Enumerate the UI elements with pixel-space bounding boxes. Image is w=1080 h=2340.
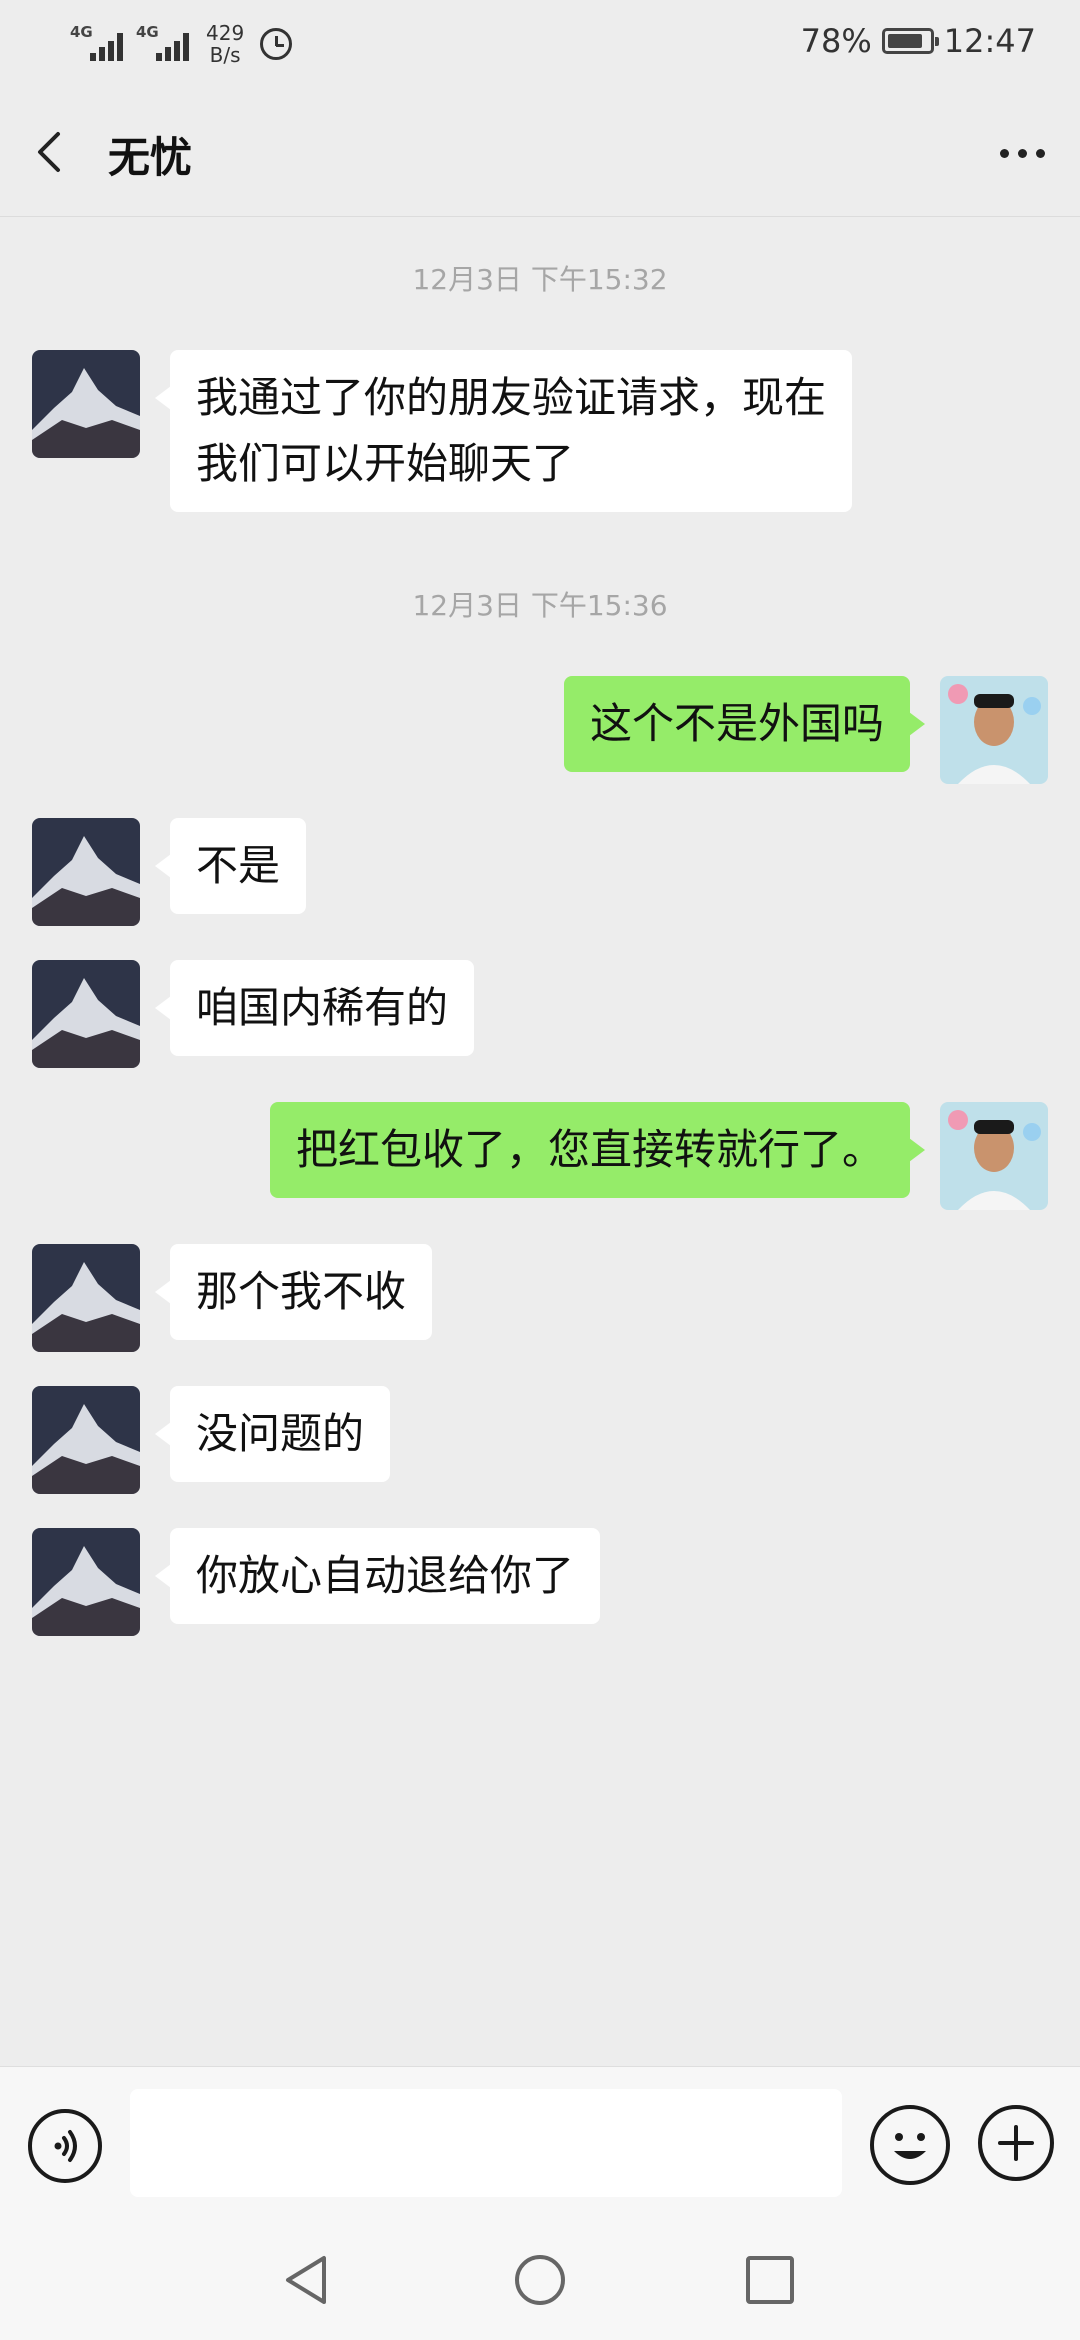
contact-avatar[interactable] bbox=[32, 818, 140, 926]
contact-avatar[interactable] bbox=[32, 1528, 140, 1636]
nav-back-icon[interactable] bbox=[278, 2250, 338, 2310]
signal-icon: 4G bbox=[70, 21, 126, 67]
nav-recents-icon[interactable] bbox=[740, 2250, 800, 2310]
contact-avatar[interactable] bbox=[32, 1386, 140, 1494]
plus-icon[interactable] bbox=[978, 2105, 1054, 2181]
message-input[interactable] bbox=[130, 2089, 842, 2197]
contact-avatar[interactable] bbox=[32, 960, 140, 1068]
network-speed: 429 B/s bbox=[206, 21, 245, 67]
message-bubble[interactable]: 我通过了你的朋友验证请求，现在 我们可以开始聊天了 bbox=[154, 350, 853, 512]
chevron-left-icon[interactable] bbox=[28, 120, 76, 184]
alarm-icon bbox=[260, 28, 293, 60]
my-avatar[interactable] bbox=[940, 676, 1048, 784]
status-bar: 4G 4G 429 B/s 78% 12:47 bbox=[0, 0, 1080, 88]
battery-percent: 78% bbox=[800, 22, 872, 60]
my-avatar[interactable] bbox=[940, 1102, 1048, 1210]
message-bubble[interactable]: 不是 bbox=[154, 818, 307, 914]
message-bubble[interactable]: 没问题的 bbox=[154, 1386, 391, 1482]
nav-home-icon[interactable] bbox=[510, 2250, 570, 2310]
timestamp: 12月3日 下午15:36 bbox=[412, 589, 668, 622]
voice-icon[interactable] bbox=[28, 2109, 102, 2183]
emoji-icon[interactable] bbox=[870, 2105, 950, 2185]
more-dots-icon[interactable] bbox=[992, 128, 1052, 178]
timestamp: 12月3日 下午15:32 bbox=[412, 263, 668, 296]
contact-avatar[interactable] bbox=[32, 1244, 140, 1352]
clock: 12:47 bbox=[943, 22, 1036, 60]
input-bar bbox=[0, 2066, 1080, 2223]
contact-avatar[interactable] bbox=[32, 350, 140, 458]
battery-icon bbox=[881, 28, 939, 54]
message-bubble[interactable]: 这个不是外国吗 bbox=[563, 676, 926, 772]
signal-icon-2: 4G bbox=[136, 21, 192, 67]
message-bubble[interactable]: 咱国内稀有的 bbox=[154, 960, 475, 1056]
chat-header: 无忧 bbox=[0, 88, 1080, 217]
system-nav-bar bbox=[0, 2222, 1080, 2340]
message-bubble[interactable]: 那个我不收 bbox=[154, 1244, 433, 1340]
message-bubble[interactable]: 把红包收了，您直接转就行了。 bbox=[269, 1102, 926, 1198]
message-bubble[interactable]: 你放心自动退给你了 bbox=[154, 1528, 601, 1624]
chat-title: 无忧 bbox=[108, 133, 193, 182]
